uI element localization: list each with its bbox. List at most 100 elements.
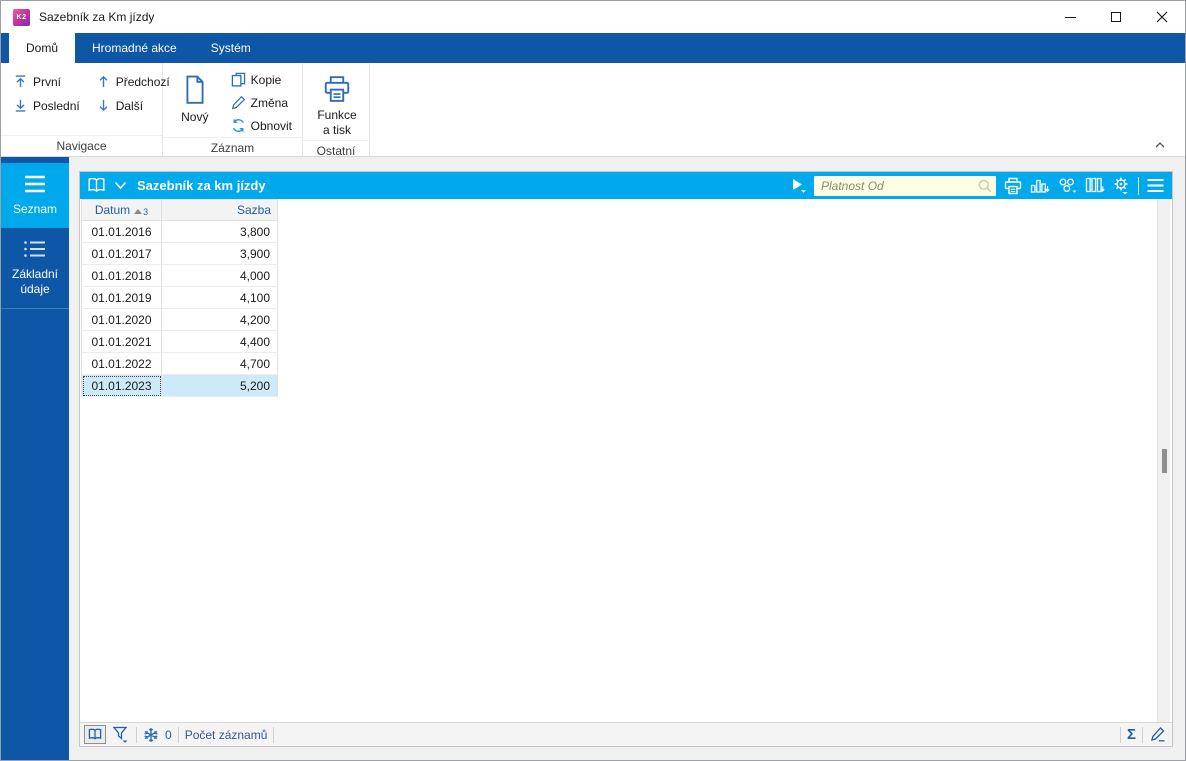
search-input[interactable] bbox=[814, 175, 996, 196]
tab-hromadne-akce[interactable]: Hromadné akce bbox=[75, 33, 194, 63]
cell-datum[interactable]: 01.01.2018 bbox=[81, 264, 162, 287]
change-button[interactable]: Změna bbox=[227, 93, 296, 112]
table-row[interactable]: 01.01.2021 4,400 bbox=[81, 330, 278, 353]
close-icon bbox=[1156, 11, 1168, 23]
statusbar-separator bbox=[1119, 726, 1121, 743]
table-row[interactable]: 01.01.2020 4,200 bbox=[81, 308, 278, 331]
table-row[interactable]: 01.01.2018 4,000 bbox=[81, 264, 278, 287]
panel-body: Datum 3 Sazba 01.01.2016 3,800 01.01.2017 3,… bbox=[80, 199, 1172, 722]
cell-datum[interactable]: 01.01.2016 bbox=[81, 220, 162, 243]
scrollbar-thumb[interactable] bbox=[1162, 449, 1167, 473]
cell-datum[interactable]: 01.01.2017 bbox=[81, 242, 162, 265]
book-icon[interactable] bbox=[86, 177, 107, 194]
first-label: První bbox=[33, 74, 62, 89]
statusbar: 0 Počet záznamů Σ bbox=[80, 722, 1172, 746]
edit-icon[interactable] bbox=[1149, 726, 1166, 743]
table-row[interactable]: 01.01.2019 4,100 bbox=[81, 286, 278, 309]
change-label: Změna bbox=[250, 95, 288, 110]
ribbon-tabbar: Domů Hromadné akce Systém bbox=[1, 33, 1185, 63]
cell-sazba[interactable]: 4,100 bbox=[161, 286, 278, 309]
arrow-down-icon bbox=[99, 99, 108, 112]
collapse-ribbon-button[interactable] bbox=[1151, 137, 1169, 153]
cell-sazba[interactable]: 4,000 bbox=[161, 264, 278, 287]
next-button[interactable]: Další bbox=[92, 96, 174, 115]
statusbar-separator bbox=[136, 726, 137, 743]
new-label: Nový bbox=[181, 110, 209, 124]
cell-datum[interactable]: 01.01.2020 bbox=[81, 308, 162, 331]
functions-print-button[interactable]: Funkce a tisk bbox=[311, 68, 363, 138]
list-icon bbox=[24, 240, 45, 257]
table-row[interactable]: 01.01.2017 3,900 bbox=[81, 242, 278, 265]
pencil-icon bbox=[231, 95, 245, 110]
table-row[interactable]: 01.01.2023 5,200 bbox=[81, 374, 278, 397]
functions-print-label: Funkce a tisk bbox=[317, 108, 357, 137]
chevron-up-icon bbox=[1155, 142, 1165, 148]
maximize-button[interactable] bbox=[1093, 1, 1139, 33]
table-row[interactable]: 01.01.2016 3,800 bbox=[81, 220, 278, 243]
cell-datum[interactable]: 01.01.2019 bbox=[81, 286, 162, 309]
document-icon bbox=[186, 75, 204, 104]
first-button[interactable]: První bbox=[9, 72, 84, 91]
previous-button[interactable]: Předchozí bbox=[92, 72, 174, 91]
chevron-down-icon[interactable] bbox=[114, 181, 127, 190]
ribbon-group-ostatni: Funkce a tisk Ostatní bbox=[303, 63, 370, 158]
cell-sazba[interactable]: 3,800 bbox=[161, 220, 278, 243]
tab-domu[interactable]: Domů bbox=[9, 33, 76, 63]
menu-icon bbox=[25, 175, 45, 193]
copy-icon bbox=[231, 72, 245, 87]
cell-datum[interactable]: 01.01.2021 bbox=[81, 330, 162, 353]
column-header-datum[interactable]: Datum 3 bbox=[81, 199, 162, 221]
close-button[interactable] bbox=[1139, 1, 1185, 33]
statusbar-separator bbox=[273, 726, 275, 743]
last-icon bbox=[15, 99, 26, 112]
sidebar-item-zakladni-udaje[interactable]: Základní údaje bbox=[1, 228, 69, 309]
next-label: Další bbox=[115, 98, 144, 113]
tab-system[interactable]: Systém bbox=[194, 33, 268, 63]
copy-button[interactable]: Kopie bbox=[227, 70, 296, 89]
cell-sazba[interactable]: 4,400 bbox=[161, 330, 278, 353]
first-icon bbox=[15, 75, 26, 88]
cell-datum[interactable]: 01.01.2022 bbox=[81, 352, 162, 375]
cell-datum[interactable]: 01.01.2023 bbox=[81, 374, 162, 397]
table-body: 01.01.2016 3,800 01.01.2017 3,900 01.01.2018… bbox=[81, 220, 278, 397]
ribbon-group-zaznam: Nový Kopie Změna Obnovit Záznam bbox=[163, 63, 303, 156]
ribbon-group-navigace: První Poslední Předchozí Další Navigace bbox=[1, 63, 170, 156]
sigma-icon[interactable]: Σ bbox=[1127, 727, 1136, 742]
app-logo-icon: K2 bbox=[13, 8, 30, 26]
filter-icon[interactable] bbox=[112, 726, 130, 744]
columns-icon[interactable] bbox=[1085, 177, 1105, 195]
statusbar-separator bbox=[1142, 726, 1143, 743]
refresh-button[interactable]: Obnovit bbox=[227, 116, 296, 135]
book-view-button[interactable] bbox=[84, 725, 106, 744]
cluster-icon[interactable] bbox=[1057, 177, 1078, 195]
snowflake-icon[interactable] bbox=[143, 727, 159, 743]
sidebar-item-label: Základní údaje bbox=[11, 266, 59, 297]
panel-title: Sazebník za km jízdy bbox=[137, 178, 266, 193]
new-button[interactable]: Nový bbox=[171, 68, 219, 135]
book-icon bbox=[88, 728, 102, 740]
play-icon[interactable] bbox=[791, 177, 807, 194]
refresh-icon bbox=[232, 119, 244, 132]
vertical-scrollbar[interactable] bbox=[1157, 199, 1170, 722]
printer-icon bbox=[324, 76, 350, 102]
cell-sazba[interactable]: 5,200 bbox=[161, 374, 278, 397]
chart-icon[interactable] bbox=[1030, 177, 1050, 195]
gear-icon[interactable] bbox=[1112, 176, 1131, 195]
record-count-label: Počet záznamů bbox=[184, 727, 268, 742]
print-icon[interactable] bbox=[1003, 177, 1023, 195]
menu-icon[interactable] bbox=[1146, 178, 1165, 193]
sidebar-item-seznam[interactable]: Seznam bbox=[1, 163, 69, 228]
group-label-zaznam: Záznam bbox=[163, 137, 302, 158]
last-button[interactable]: Poslední bbox=[9, 96, 84, 115]
sort-order: 3 bbox=[143, 207, 149, 217]
cell-sazba[interactable]: 4,700 bbox=[161, 352, 278, 375]
titlebar: K2 Sazebník za Km jízdy bbox=[1, 1, 1185, 33]
minimize-button[interactable] bbox=[1047, 1, 1093, 33]
cell-sazba[interactable]: 4,200 bbox=[161, 308, 278, 331]
previous-label: Předchozí bbox=[115, 74, 170, 89]
table-row[interactable]: 01.01.2022 4,700 bbox=[81, 352, 278, 375]
column-header-sazba[interactable]: Sazba bbox=[161, 199, 278, 221]
maximize-icon bbox=[1111, 12, 1121, 22]
statusbar-separator bbox=[177, 726, 179, 743]
cell-sazba[interactable]: 3,900 bbox=[161, 242, 278, 265]
